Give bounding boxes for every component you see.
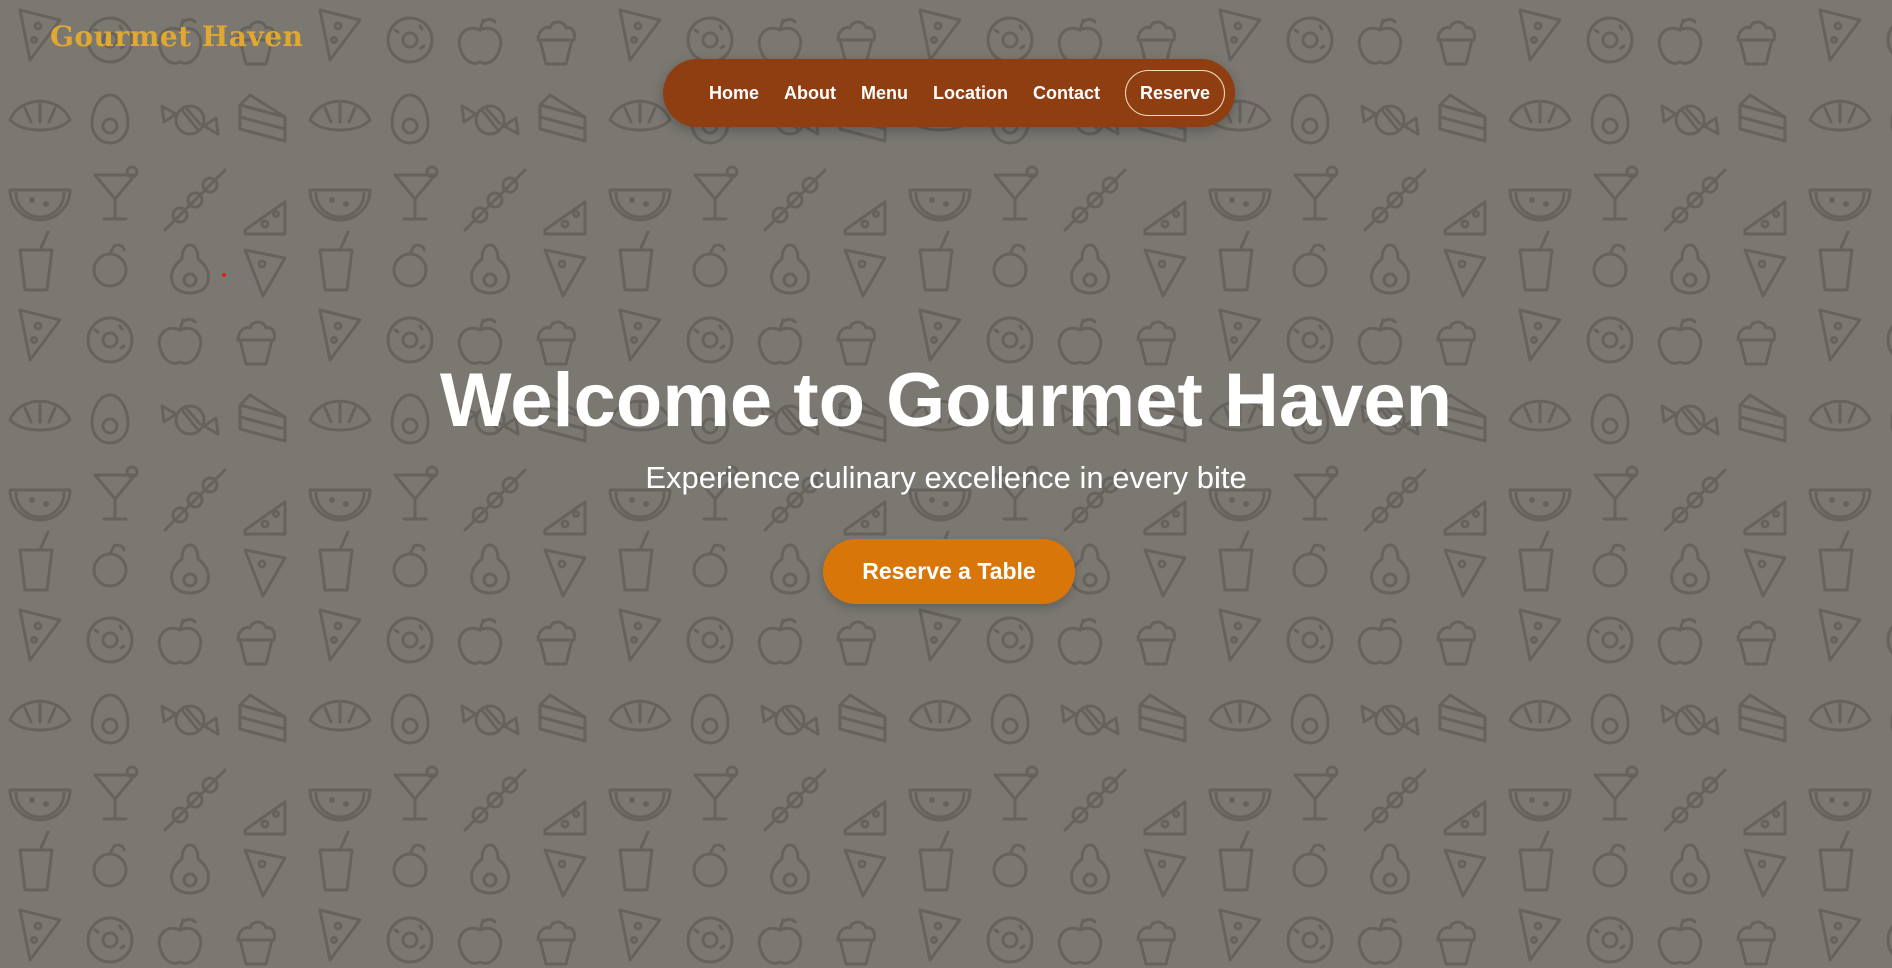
nav-link-home[interactable]: Home [709, 83, 759, 104]
hero-subtitle: Experience culinary excellence in every … [645, 460, 1247, 495]
mouse-cursor-indicator [222, 273, 226, 277]
nav-link-menu[interactable]: Menu [861, 83, 908, 104]
main-navigation: Home About Menu Location Contact Reserve [663, 59, 1235, 127]
nav-link-contact[interactable]: Contact [1033, 83, 1100, 104]
nav-reserve-button[interactable]: Reserve [1125, 70, 1225, 116]
brand-logo[interactable]: Gourmet Haven [50, 20, 303, 53]
hero-title: Welcome to Gourmet Haven [439, 358, 1453, 443]
nav-link-location[interactable]: Location [933, 83, 1008, 104]
nav-link-about[interactable]: About [784, 83, 836, 104]
reserve-table-button[interactable]: Reserve a Table [823, 539, 1075, 604]
